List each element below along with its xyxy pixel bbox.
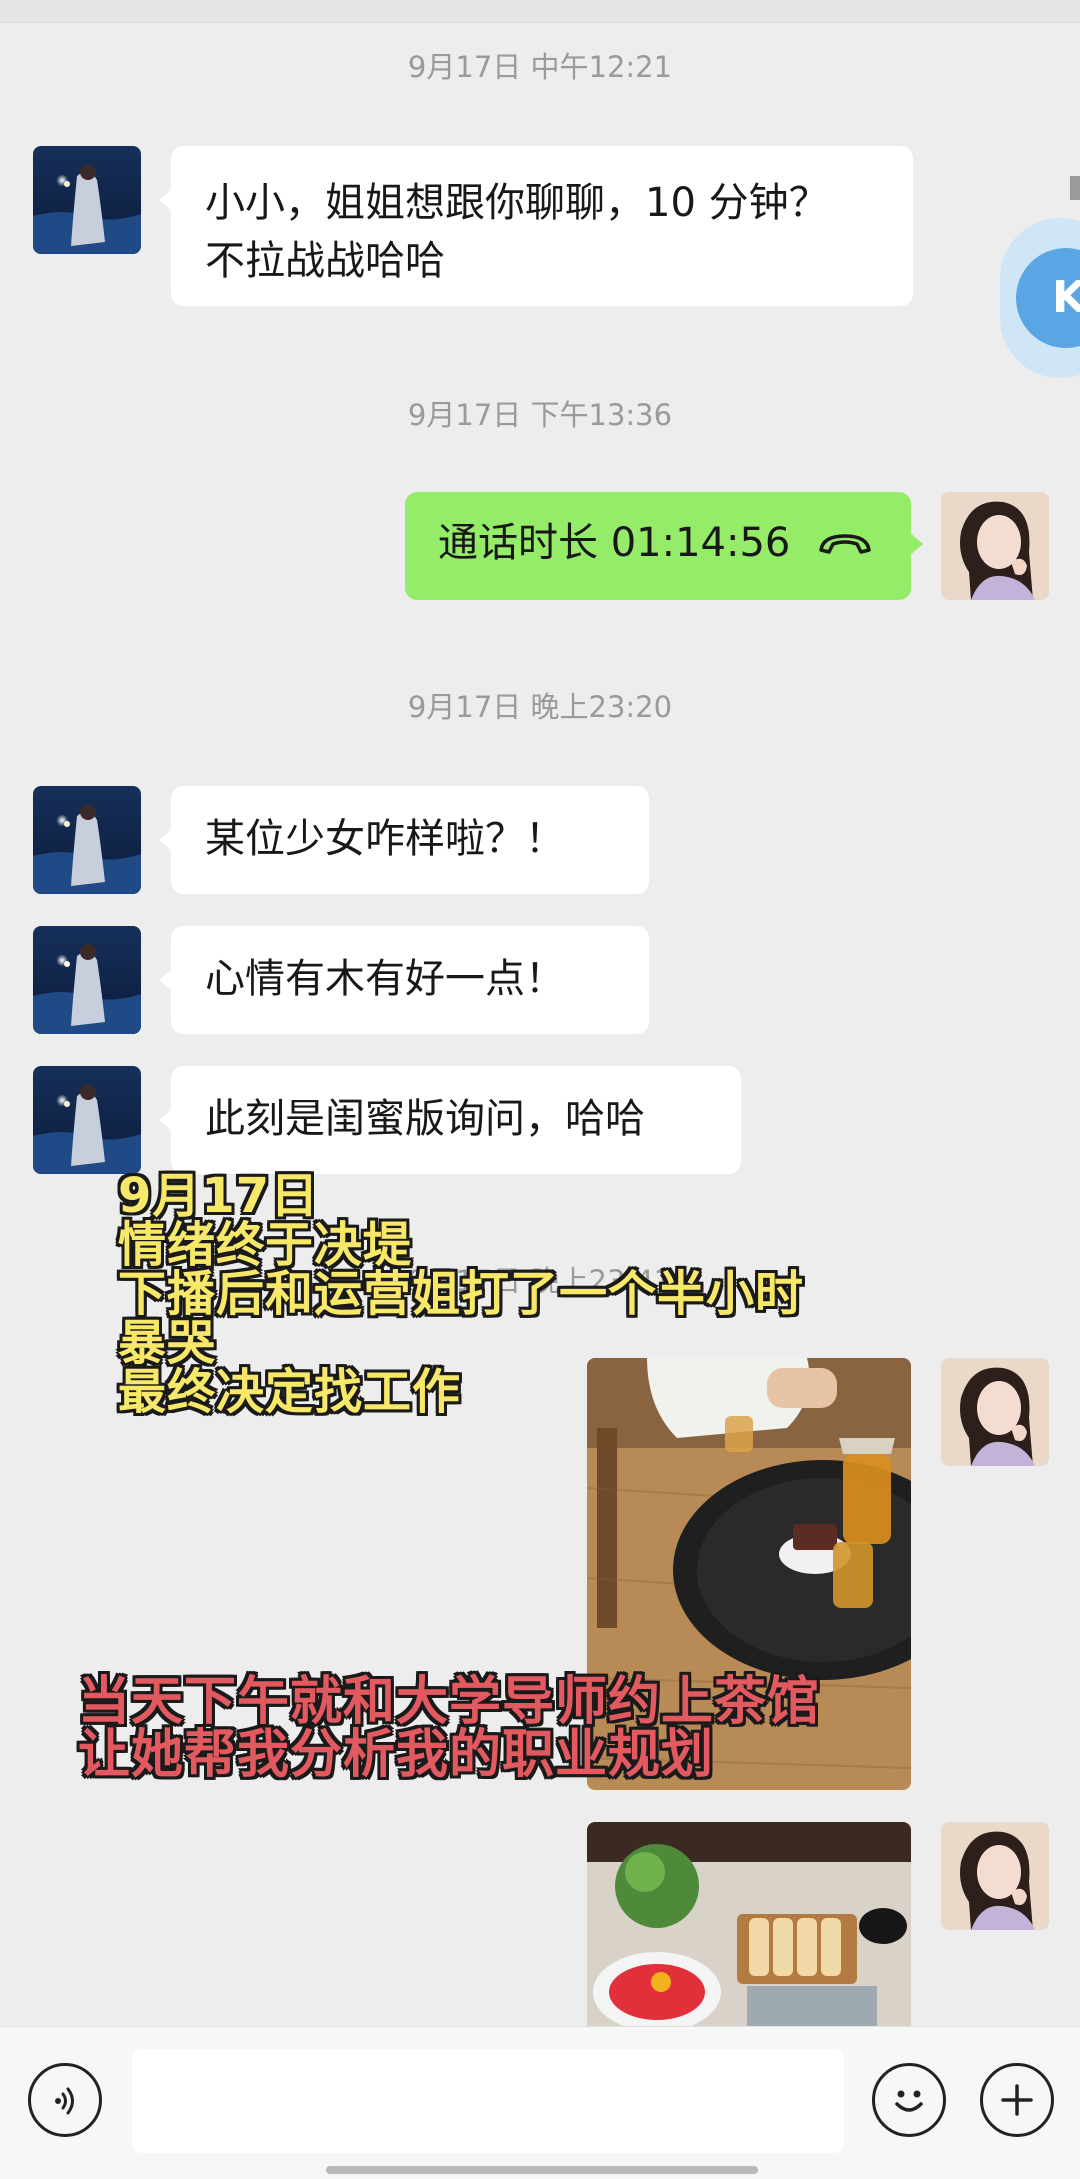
- plus-icon: [1000, 2083, 1034, 2121]
- top-bar-edge: [0, 0, 1080, 23]
- caption-line: 下播后和运营姐打了一个半小时: [118, 1266, 805, 1322]
- timestamp: 9月17日 晚上23:20: [407, 690, 673, 724]
- message-text: 心情有木有好一点！: [205, 956, 565, 1002]
- caption-line: 暴哭: [118, 1315, 217, 1371]
- contact-avatar[interactable]: [33, 926, 141, 1034]
- message-bubble[interactable]: 小小，姐姐想跟你聊聊，10 分钟？ 不拉战战哈哈: [159, 146, 913, 306]
- caption-line: 当天下午就和大学导师约上茶馆: [78, 1672, 821, 1732]
- home-indicator[interactable]: [326, 2166, 758, 2174]
- edge-handle[interactable]: [1070, 176, 1080, 200]
- caption-line: 情绪终于决堤: [118, 1217, 413, 1273]
- more-functions-button[interactable]: [980, 2063, 1054, 2137]
- caption-line: 让她帮我分析我的职业规划: [78, 1725, 715, 1785]
- assistant-button-core: K: [1016, 248, 1080, 348]
- my-avatar[interactable]: [941, 492, 1049, 600]
- message-input[interactable]: [132, 2049, 844, 2153]
- timestamp: 9月17日 中午12:21: [407, 50, 673, 84]
- my-avatar[interactable]: [941, 1358, 1049, 1466]
- contact-avatar[interactable]: [33, 1066, 141, 1174]
- message-text: 某位少女咋样啦？！: [205, 816, 565, 862]
- caption-overlay: 当天下午就和大学导师约上茶馆 让她帮我分析我的职业规划: [78, 1676, 820, 1782]
- timestamp: 9月17日 下午13:36: [407, 398, 673, 432]
- caption-line: 9月17日: [118, 1168, 320, 1224]
- photo-message[interactable]: [587, 1822, 911, 2026]
- call-record-bubble[interactable]: 通话时长 01:14:56: [405, 492, 923, 600]
- input-bar: [0, 2026, 1080, 2179]
- call-duration-text: 通话时长 01:14:56: [438, 520, 791, 566]
- phone-hangup-icon: [817, 516, 873, 574]
- message-text: 此刻是闺蜜版询问，哈哈: [205, 1096, 645, 1142]
- message-bubble[interactable]: 此刻是闺蜜版询问，哈哈: [159, 1066, 741, 1174]
- contact-avatar[interactable]: [33, 146, 141, 254]
- message-text: 不拉战战哈哈: [205, 238, 445, 284]
- message-bubble[interactable]: 某位少女咋样啦？！: [159, 786, 649, 894]
- voice-icon: [49, 2084, 83, 2122]
- my-avatar[interactable]: [941, 1822, 1049, 1930]
- assistant-letter: K: [1052, 272, 1080, 323]
- message-text: 小小，姐姐想跟你聊聊，10 分钟？: [205, 180, 829, 226]
- caption-overlay: 9月17日 情绪终于决堤 下播后和运营姐打了一个半小时 暴哭 最终决定找工作: [118, 1172, 804, 1417]
- contact-avatar[interactable]: [33, 786, 141, 894]
- voice-input-button[interactable]: [28, 2063, 102, 2137]
- emoji-icon: [885, 2076, 933, 2128]
- emoji-button[interactable]: [872, 2063, 946, 2137]
- caption-line: 最终决定找工作: [118, 1364, 462, 1420]
- floating-assistant-button[interactable]: K: [1000, 218, 1080, 378]
- message-bubble[interactable]: 心情有木有好一点！: [159, 926, 649, 1034]
